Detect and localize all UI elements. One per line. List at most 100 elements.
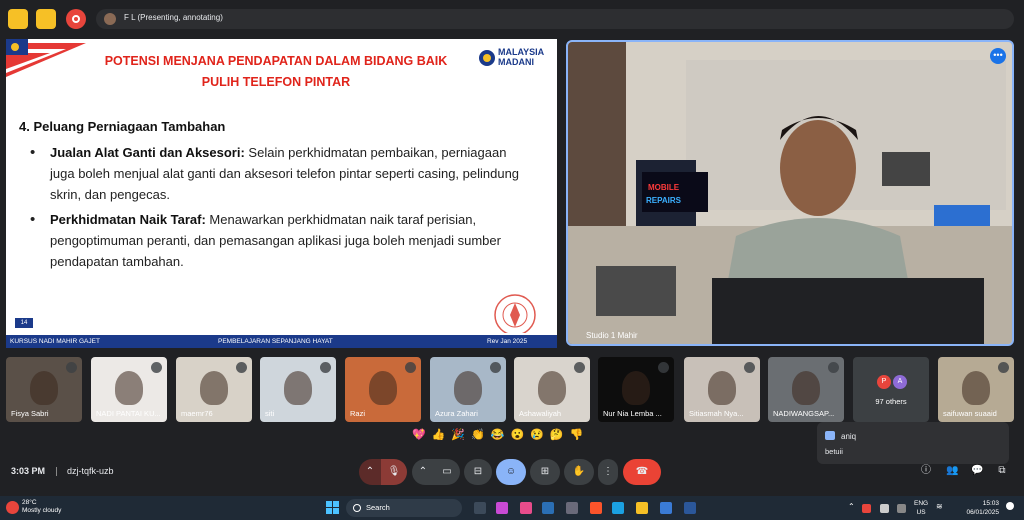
slide-page-number: 14 bbox=[15, 318, 33, 328]
chat-message: betuii bbox=[825, 447, 843, 456]
taskbar-search[interactable]: Search bbox=[346, 499, 462, 517]
tray-app-icon[interactable] bbox=[897, 504, 906, 513]
mic-off-icon bbox=[658, 362, 669, 373]
reaction-emoji[interactable]: 💖 bbox=[412, 429, 432, 441]
more-options-button[interactable]: ⋮ bbox=[598, 459, 618, 485]
others-count: 97 others bbox=[875, 397, 907, 406]
reaction-emoji[interactable]: 👎 bbox=[570, 429, 590, 441]
footer-left: KURSUS NADI MAHIR GAJET bbox=[10, 338, 100, 345]
stop-annotation-icon[interactable] bbox=[8, 9, 28, 29]
info-icon[interactable]: ⓘ bbox=[920, 465, 932, 477]
emoji-icon: ☺ bbox=[505, 466, 517, 477]
mic-off-icon bbox=[998, 362, 1009, 373]
people-icon[interactable]: 👥 bbox=[946, 465, 958, 477]
participant-video bbox=[538, 371, 566, 405]
slide-footer: KURSUS NADI MAHIR GAJET PEMBELAJARAN SEP… bbox=[6, 335, 557, 348]
present-icon: ⊞ bbox=[540, 466, 550, 477]
participant-name: Fisya Sabri bbox=[11, 409, 49, 418]
tray-app-icon[interactable] bbox=[880, 504, 889, 513]
reaction-emoji[interactable]: 👏 bbox=[471, 429, 491, 441]
app-icon[interactable] bbox=[520, 502, 532, 514]
captions-button[interactable]: ⊟ bbox=[464, 459, 492, 485]
participant-tile[interactable]: Sitiasmah Nya... bbox=[684, 357, 760, 422]
bullet-item: Perkhidmatan Naik Taraf: Menawarkan perk… bbox=[28, 209, 533, 272]
participant-tile[interactable]: NADI PANTAI KU... bbox=[91, 357, 167, 422]
others-tile[interactable]: P A 97 others bbox=[853, 357, 929, 422]
tray-overflow-icon[interactable]: ⌃ bbox=[848, 502, 855, 511]
reaction-emoji[interactable]: 😮 bbox=[511, 429, 531, 441]
mic-off-icon bbox=[320, 362, 331, 373]
leave-call-button[interactable]: ☎ bbox=[623, 459, 661, 485]
weather-condition: Mostly cloudy bbox=[22, 507, 62, 514]
hand-icon: ✋ bbox=[572, 466, 586, 477]
app-icon[interactable] bbox=[542, 502, 554, 514]
participant-tile[interactable]: Ashawaliyah bbox=[514, 357, 590, 422]
word-icon[interactable] bbox=[684, 502, 696, 514]
chat-sender: aniq bbox=[841, 432, 857, 441]
hangup-icon: ☎ bbox=[635, 466, 649, 477]
task-view-icon[interactable] bbox=[474, 502, 486, 514]
participant-name: Ashawaliyah bbox=[519, 409, 562, 418]
file-explorer-icon[interactable] bbox=[636, 502, 648, 514]
participant-name: Sitiasmah Nya... bbox=[689, 409, 744, 418]
mic-off-icon bbox=[574, 362, 585, 373]
bullet-term: Perkhidmatan Naik Taraf: bbox=[50, 212, 206, 227]
participant-tile[interactable]: siti bbox=[260, 357, 336, 422]
more-vert-icon: ⋮ bbox=[603, 466, 613, 477]
wifi-icon[interactable]: ≋ bbox=[936, 502, 943, 511]
meeting-code: dzj-tqfk-uzb bbox=[67, 466, 114, 476]
clock-date: 06/01/2025 bbox=[966, 509, 999, 516]
speaker-video-image: MOBILE REPAIRS bbox=[568, 42, 1012, 344]
camera-options-button[interactable]: ⌃ bbox=[412, 459, 434, 485]
slide-bullet-list: Jualan Alat Ganti dan Aksesori: Selain p… bbox=[28, 142, 533, 276]
participant-tile[interactable]: NADIWANGSAP... bbox=[768, 357, 844, 422]
chat-notification[interactable]: aniq betuii bbox=[817, 422, 1009, 464]
activities-icon[interactable]: ⧉ bbox=[996, 465, 1008, 477]
tray-app-icon[interactable] bbox=[862, 504, 871, 513]
participant-tile[interactable]: saifuwan suaaid bbox=[938, 357, 1014, 422]
reaction-emoji[interactable]: 🎉 bbox=[451, 429, 471, 441]
reaction-emoji[interactable]: 😢 bbox=[530, 429, 550, 441]
search-label: Search bbox=[366, 503, 390, 512]
record-icon[interactable] bbox=[66, 9, 86, 29]
participant-name: saifuwan suaaid bbox=[943, 409, 997, 418]
participant-tile[interactable]: Fisya Sabri bbox=[6, 357, 82, 422]
reaction-emoji[interactable]: 👍 bbox=[432, 429, 452, 441]
taskbar-clock[interactable]: 15:03 06/01/2025 bbox=[953, 499, 999, 517]
svg-text:REPAIRS: REPAIRS bbox=[646, 196, 682, 205]
mic-muted-button[interactable]: 🎙 bbox=[381, 459, 407, 485]
chat-panel-icon[interactable]: 💬 bbox=[971, 465, 983, 477]
notification-icon[interactable] bbox=[1006, 502, 1014, 510]
language-code: ENG bbox=[914, 500, 929, 507]
weather-icon[interactable] bbox=[6, 501, 19, 514]
brave-browser-icon[interactable] bbox=[590, 502, 602, 514]
edge-browser-icon[interactable] bbox=[612, 502, 624, 514]
raise-hand-button[interactable]: ✋ bbox=[564, 459, 594, 485]
captions-icon: ⊟ bbox=[473, 466, 483, 477]
more-options-icon[interactable]: ••• bbox=[990, 48, 1006, 64]
app-icon[interactable] bbox=[566, 502, 578, 514]
presentation-slide: POTENSI MENJANA PENDAPATAN DALAM BIDANG … bbox=[6, 39, 557, 348]
weather-widget[interactable]: 28°C Mostly cloudy bbox=[22, 499, 61, 515]
camera-button[interactable]: ▭ bbox=[434, 459, 460, 485]
presenter-label: F L (Presenting, annotating) bbox=[124, 13, 223, 22]
main-video-tile[interactable]: MOBILE REPAIRS ••• Studio 1 Mahir bbox=[566, 40, 1014, 346]
mic-options-button[interactable]: ⌃ bbox=[359, 459, 381, 485]
footer-center: PEMBELAJARAN SEPANJANG HAYAT bbox=[218, 338, 333, 345]
participant-tile[interactable]: Razi bbox=[345, 357, 421, 422]
present-button[interactable]: ⊞ bbox=[530, 459, 560, 485]
reaction-emoji[interactable]: 😂 bbox=[491, 429, 511, 441]
copilot-icon[interactable] bbox=[496, 502, 508, 514]
emoji-reaction-button[interactable]: ☺ bbox=[496, 459, 526, 485]
annotation-tools-icon[interactable] bbox=[36, 9, 56, 29]
language-indicator[interactable]: ENG US bbox=[914, 499, 928, 517]
madani-emblem-icon bbox=[479, 50, 495, 66]
reaction-emoji[interactable]: 🤔 bbox=[550, 429, 570, 441]
settings-icon[interactable] bbox=[660, 502, 672, 514]
svg-text:MOBILE: MOBILE bbox=[648, 183, 680, 192]
participant-tile[interactable]: Azura Zahari bbox=[430, 357, 506, 422]
windows-start-icon[interactable] bbox=[326, 501, 339, 514]
flag-stripes-decoration bbox=[6, 39, 86, 77]
participant-tile[interactable]: maemr76 bbox=[176, 357, 252, 422]
participant-tile[interactable]: Nur Nia Lemba ... bbox=[598, 357, 674, 422]
